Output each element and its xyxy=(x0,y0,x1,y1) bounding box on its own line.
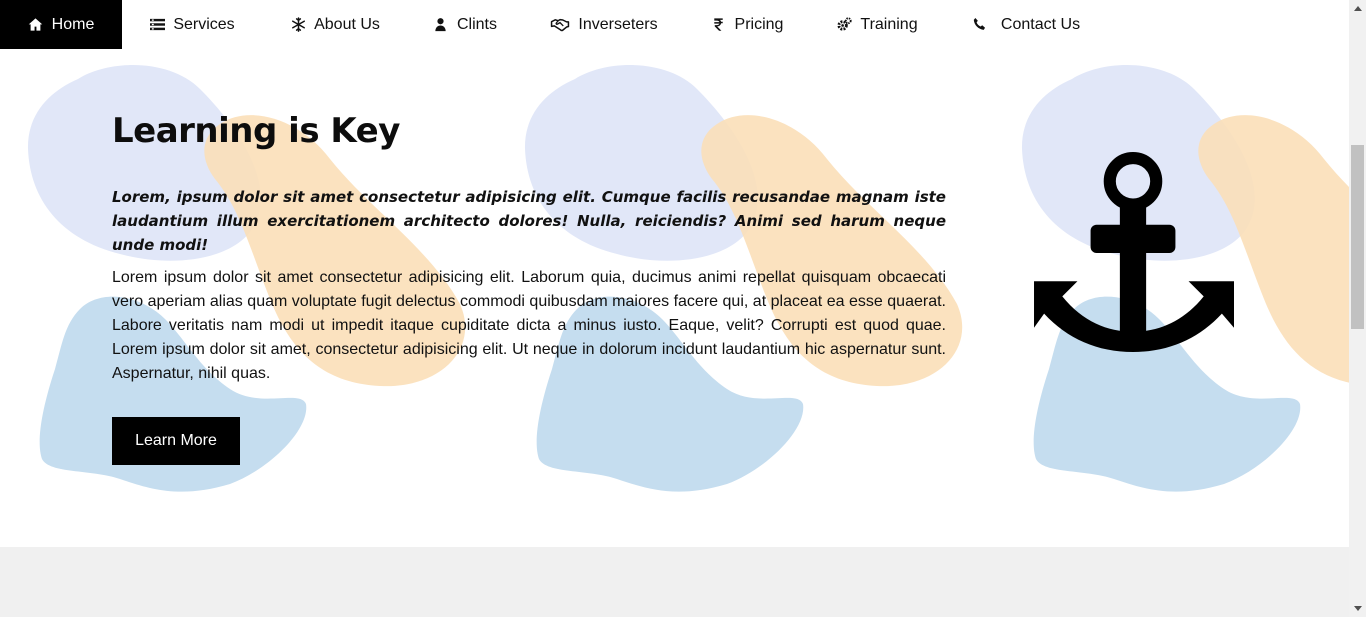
scroll-up-arrow-icon[interactable] xyxy=(1349,0,1366,17)
cogs-icon xyxy=(836,17,852,33)
nav-item-services[interactable]: Services xyxy=(122,0,262,49)
rupee-icon xyxy=(711,17,727,33)
learn-more-button[interactable]: Learn More xyxy=(112,417,240,465)
phone-icon xyxy=(972,17,988,33)
next-section-band xyxy=(0,547,1349,617)
home-icon xyxy=(28,17,44,33)
nav-item-about-us[interactable]: About Us xyxy=(262,0,408,49)
nav-item-home[interactable]: Home xyxy=(0,0,122,49)
snowflake-icon xyxy=(290,17,306,33)
nav-item-label: Training xyxy=(860,15,918,33)
page: Home Services About Us Clints Inverseter… xyxy=(0,0,1349,617)
nav-item-label: Contact Us xyxy=(1000,15,1081,33)
scroll-down-arrow-icon[interactable] xyxy=(1349,600,1366,617)
nav-item-label: Services xyxy=(173,15,235,33)
nav-item-inverseters[interactable]: Inverseters xyxy=(522,0,686,49)
hero-content: Learning is Key Lorem, ipsum dolor sit a… xyxy=(112,111,946,465)
handshake-icon xyxy=(550,17,570,33)
nav-item-label: Pricing xyxy=(734,15,784,33)
list-icon xyxy=(149,17,165,33)
nav-item-training[interactable]: Training xyxy=(808,0,946,49)
top-navbar: Home Services About Us Clints Inverseter… xyxy=(0,0,1349,49)
nav-item-contact-us[interactable]: Contact Us xyxy=(946,0,1106,49)
nav-item-clints[interactable]: Clints xyxy=(408,0,522,49)
scrollbar-thumb[interactable] xyxy=(1351,145,1364,329)
user-icon xyxy=(433,17,449,33)
hero-section: Learning is Key Lorem, ipsum dolor sit a… xyxy=(0,49,1349,547)
body-paragraph: Lorem ipsum dolor sit amet consectetur a… xyxy=(112,269,946,382)
anchor-icon xyxy=(1034,152,1234,352)
nav-item-label: About Us xyxy=(314,15,380,33)
nav-item-label: Home xyxy=(51,15,95,33)
nav-item-label: Clints xyxy=(456,15,497,33)
nav-item-label: Inverseters xyxy=(578,15,658,33)
vertical-scrollbar[interactable] xyxy=(1349,0,1366,617)
page-title: Learning is Key xyxy=(112,111,400,151)
lead-paragraph: Lorem, ipsum dolor sit amet consectetur … xyxy=(112,188,946,254)
nav-item-pricing[interactable]: Pricing xyxy=(686,0,808,49)
